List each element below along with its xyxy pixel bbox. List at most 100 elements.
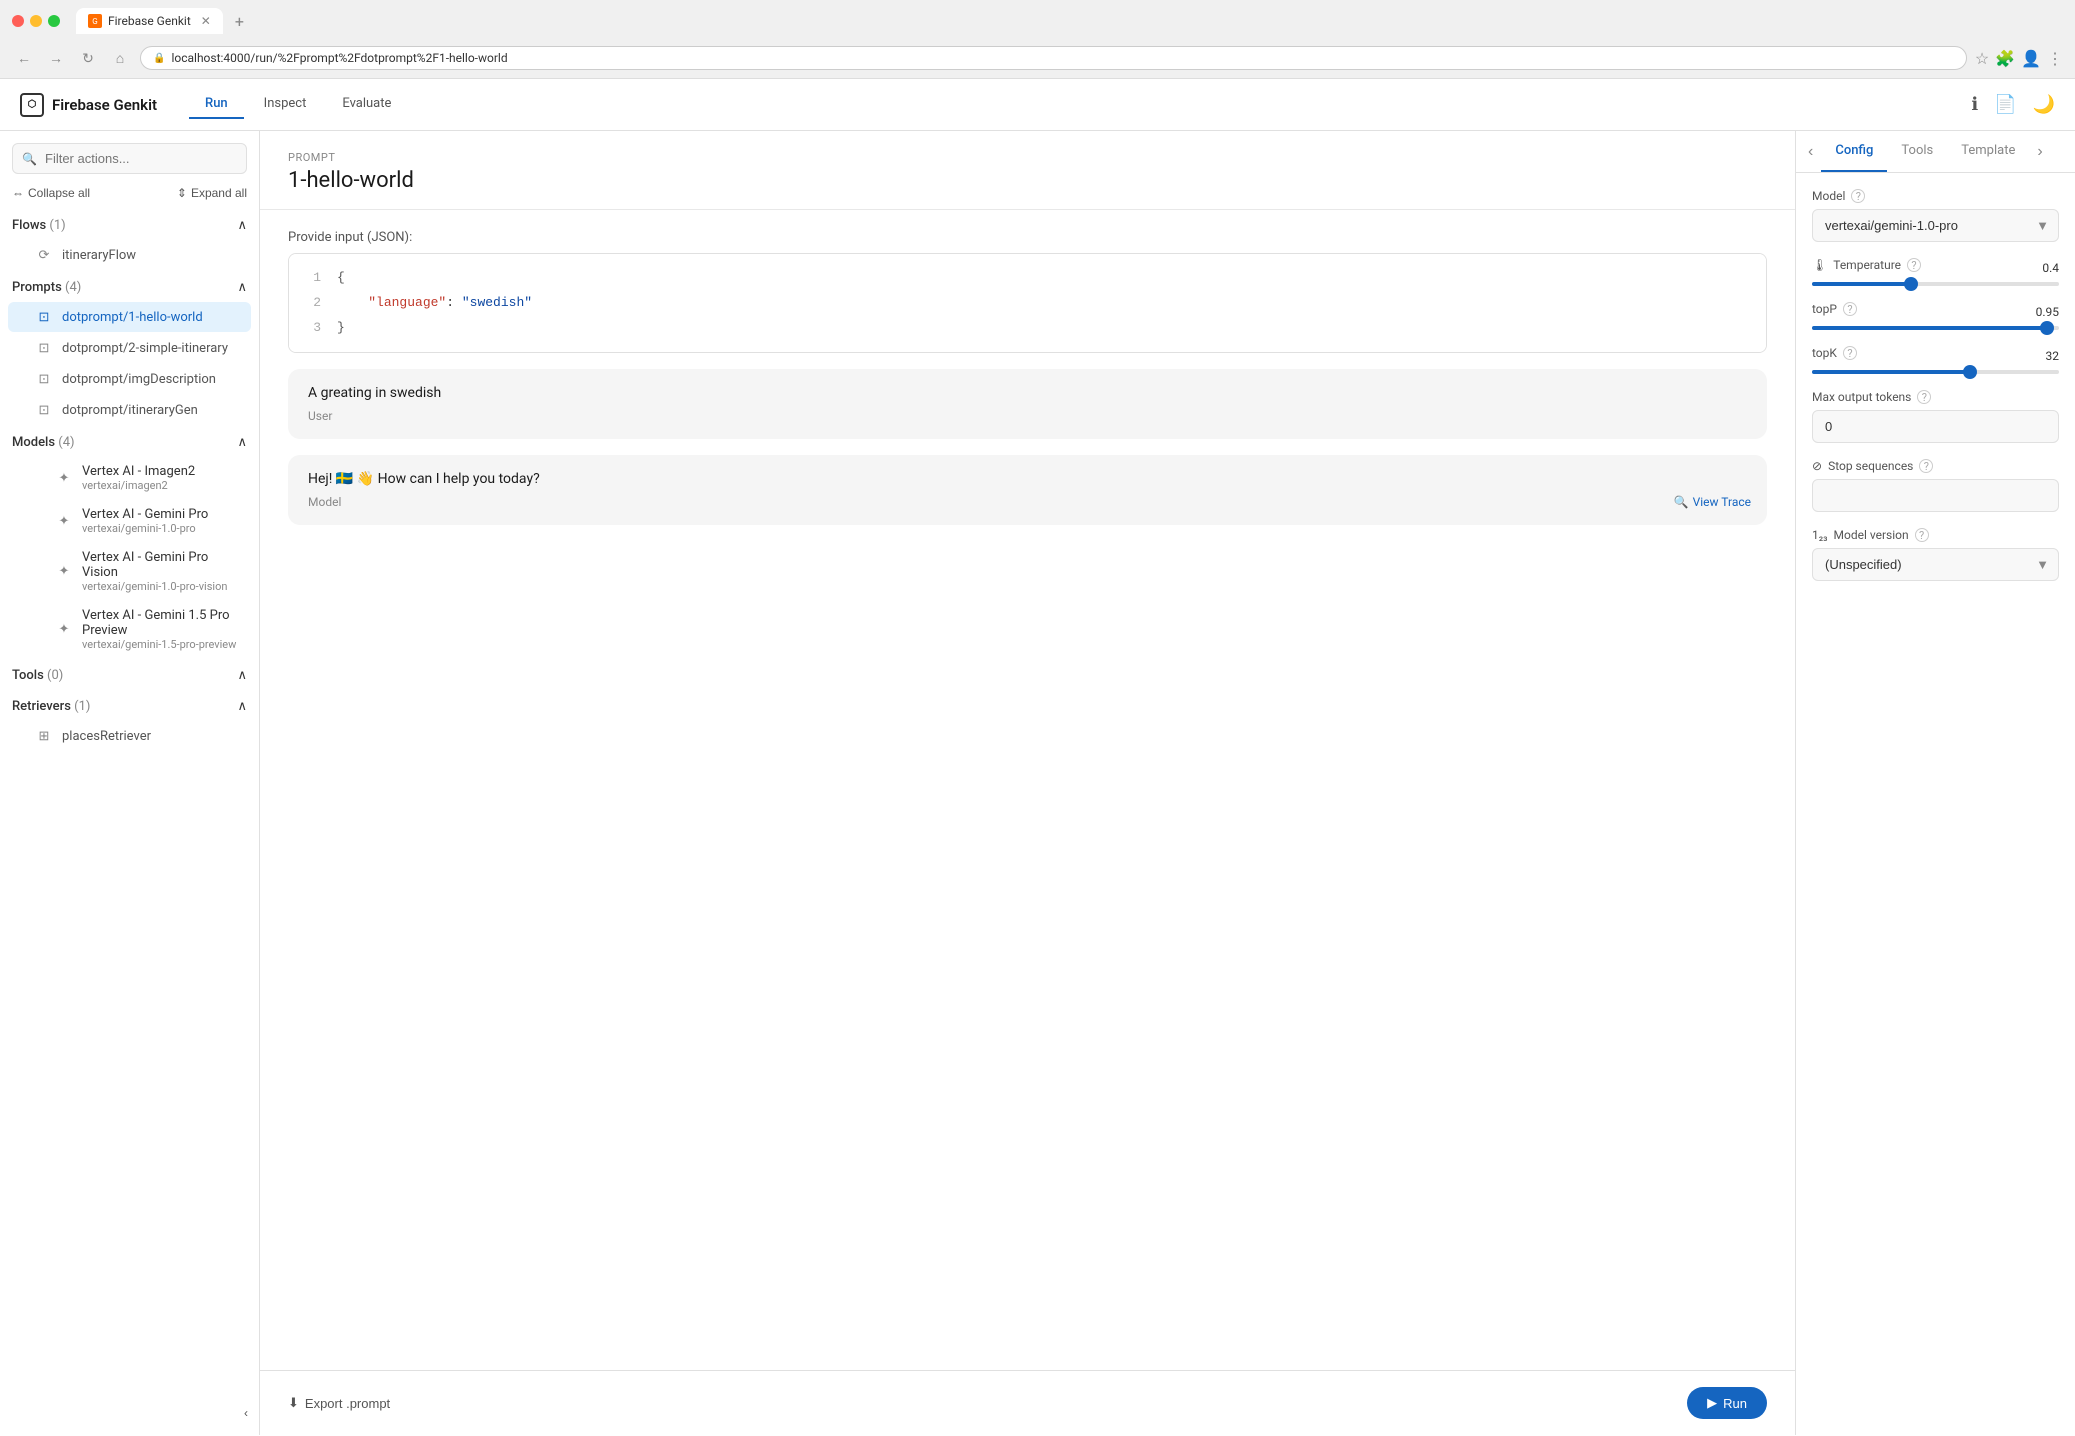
retrievers-section-header[interactable]: Retrievers (1) ∧ [0, 693, 259, 720]
model-select-wrapper: vertexai/gemini-1.0-pro ▼ [1812, 209, 2059, 242]
max-tokens-input[interactable] [1812, 410, 2059, 443]
sidebar-item-gemini-pro-vision[interactable]: ✦ Vertex AI - Gemini Pro Vision vertexai… [8, 543, 251, 600]
models-chevron: ∧ [237, 435, 247, 450]
extensions-icon[interactable]: 🧩 [1995, 49, 2015, 68]
tools-section-header[interactable]: Tools (0) ∧ [0, 662, 259, 689]
right-panel: ‹ Config Tools Template › Model ? [1795, 131, 2075, 1435]
model-icon-3: ✦ [56, 564, 72, 580]
app-logo: ⬡ Firebase Genkit [20, 93, 157, 117]
prompt-header: Prompt 1-hello-world [260, 131, 1795, 210]
stop-sequences-config-row: ⊘ Stop sequences ? [1812, 459, 2059, 512]
topK-label: topK ? [1812, 346, 1857, 360]
sidebar-item-placesRetriever[interactable]: ⊞ placesRetriever [8, 721, 251, 751]
home-button[interactable]: ⌂ [108, 46, 132, 70]
browser-tab[interactable]: G Firebase Genkit ✕ [76, 8, 223, 34]
run-button[interactable]: ▶ Run [1687, 1387, 1767, 1419]
sidebar-item-1-hello-world[interactable]: ⊡ dotprompt/1-hello-world [8, 302, 251, 332]
models-section-header[interactable]: Models (4) ∧ [0, 429, 259, 456]
forward-button[interactable]: → [44, 46, 68, 70]
model-version-select-wrapper: (Unspecified) ▼ [1812, 548, 2059, 581]
bookmark-icon[interactable]: ☆ [1975, 49, 1989, 68]
search-icon: 🔍 [22, 152, 37, 166]
sidebar-controls: ⇔ Collapse all ⇕ Expand all [0, 186, 259, 212]
stop-sequences-info-icon[interactable]: ? [1919, 459, 1933, 473]
sidebar: 🔍 ⇔ Collapse all ⇕ Expand all Flows (1) [0, 131, 260, 1435]
model-select[interactable]: vertexai/gemini-1.0-pro [1812, 209, 2059, 242]
theme-icon[interactable]: 🌙 [2033, 94, 2055, 115]
temperature-value: 0.4 [2042, 261, 2059, 275]
models-label: Models (4) [12, 435, 75, 450]
search-input[interactable] [12, 143, 247, 174]
collapse-all-button[interactable]: ⇔ Collapse all [12, 186, 90, 200]
lock-icon: 🔒 [153, 53, 165, 64]
model-version-select[interactable]: (Unspecified) [1812, 548, 2059, 581]
topK-info-icon[interactable]: ? [1843, 346, 1857, 360]
collapse-sidebar-button[interactable]: ‹ [244, 1406, 248, 1420]
nav-inspect[interactable]: Inspect [248, 90, 323, 119]
app-title: Firebase Genkit [52, 96, 157, 114]
url-text: localhost:4000/run/%2Fprompt%2Fdotprompt… [171, 51, 507, 65]
tab-config[interactable]: Config [1821, 131, 1887, 172]
temperature-slider[interactable] [1812, 282, 2059, 286]
flows-label: Flows (1) [12, 218, 66, 233]
menu-icon[interactable]: ⋮ [2047, 49, 2063, 68]
prompt-title: 1-hello-world [288, 168, 1767, 193]
topK-config-row: topK ? 32 [1812, 346, 2059, 374]
max-tokens-info-icon[interactable]: ? [1917, 390, 1931, 404]
nav-evaluate[interactable]: Evaluate [326, 90, 407, 119]
sidebar-item-imgDescription[interactable]: ⊡ dotprompt/imgDescription [8, 364, 251, 394]
sidebar-item-2-simple-itinerary[interactable]: ⊡ dotprompt/2-simple-itinerary [8, 333, 251, 363]
sidebar-item-gemini-15-pro[interactable]: ✦ Vertex AI - Gemini 1.5 Pro Preview ver… [8, 601, 251, 658]
profile-icon[interactable]: 👤 [2021, 49, 2041, 68]
code-editor[interactable]: 1 { 2 "language": "swedish" 3 } [288, 253, 1767, 353]
back-button[interactable]: ← [12, 46, 36, 70]
topP-value: 0.95 [2036, 305, 2059, 319]
flows-section-header[interactable]: Flows (1) ∧ [0, 212, 259, 239]
prompt-label: Prompt [288, 151, 1767, 164]
tab-close[interactable]: ✕ [201, 14, 211, 28]
model-version-info-icon[interactable]: ? [1915, 528, 1929, 542]
minimize-dot[interactable] [30, 15, 42, 27]
retrievers-chevron: ∧ [237, 699, 247, 714]
topK-slider[interactable] [1812, 370, 2059, 374]
sidebar-item-gemini-pro[interactable]: ✦ Vertex AI - Gemini Pro vertexai/gemini… [8, 500, 251, 542]
maximize-dot[interactable] [48, 15, 60, 27]
info-icon[interactable]: ℹ [1971, 94, 1978, 115]
topP-slider[interactable] [1812, 326, 2059, 330]
sidebar-item-itineraryGen[interactable]: ⊡ dotprompt/itineraryGen [8, 395, 251, 425]
run-icon: ▶ [1707, 1395, 1717, 1411]
address-bar[interactable]: 🔒 localhost:4000/run/%2Fprompt%2Fdotprom… [140, 46, 1967, 70]
view-trace-button[interactable]: 🔍 View Trace [1674, 495, 1751, 509]
tab-template[interactable]: Template [1947, 131, 2029, 172]
input-label: Provide input (JSON): [288, 230, 1767, 245]
temperature-info-icon[interactable]: ? [1907, 258, 1921, 272]
model-message-text: Hej! 🇸🇪 👋 How can I help you today? [308, 471, 1747, 487]
panel-next-button[interactable]: › [2029, 135, 2050, 169]
tools-label: Tools (0) [12, 668, 63, 683]
sidebar-item-itineraryFlow[interactable]: ⟳ itineraryFlow [8, 240, 251, 270]
tab-favicon: G [88, 14, 102, 28]
model-version-config-row: 1₂₃ Model version ? (Unspecified) ▼ [1812, 528, 2059, 581]
prompts-section-header[interactable]: Prompts (4) ∧ [0, 274, 259, 301]
docs-icon[interactable]: 📄 [1994, 94, 2016, 115]
new-tab-button[interactable]: + [235, 12, 244, 31]
tools-chevron: ∧ [237, 668, 247, 683]
stop-icon: ⊘ [1812, 459, 1822, 473]
sidebar-item-imagen2[interactable]: ✦ Vertex AI - Imagen2 vertexai/imagen2 [8, 457, 251, 499]
expand-all-button[interactable]: ⇕ Expand all [177, 186, 247, 200]
sidebar-section-tools: Tools (0) ∧ [0, 662, 259, 689]
prompt-icon-1: ⊡ [36, 309, 52, 325]
temperature-config-row: 🌡 Temperature ? 0.4 [1812, 258, 2059, 286]
app-nav: Run Inspect Evaluate [189, 90, 407, 119]
export-button[interactable]: ⬇ Export .prompt [288, 1395, 390, 1411]
topP-info-icon[interactable]: ? [1843, 302, 1857, 316]
tab-tools[interactable]: Tools [1887, 131, 1947, 172]
retrievers-label: Retrievers (1) [12, 699, 90, 714]
model-info-icon[interactable]: ? [1851, 189, 1865, 203]
nav-run[interactable]: Run [189, 90, 244, 119]
stop-sequences-input[interactable] [1812, 479, 2059, 512]
panel-prev-button[interactable]: ‹ [1800, 135, 1821, 169]
user-message-text: A greating in swedish [308, 385, 1747, 401]
close-dot[interactable] [12, 15, 24, 27]
reload-button[interactable]: ↻ [76, 46, 100, 70]
